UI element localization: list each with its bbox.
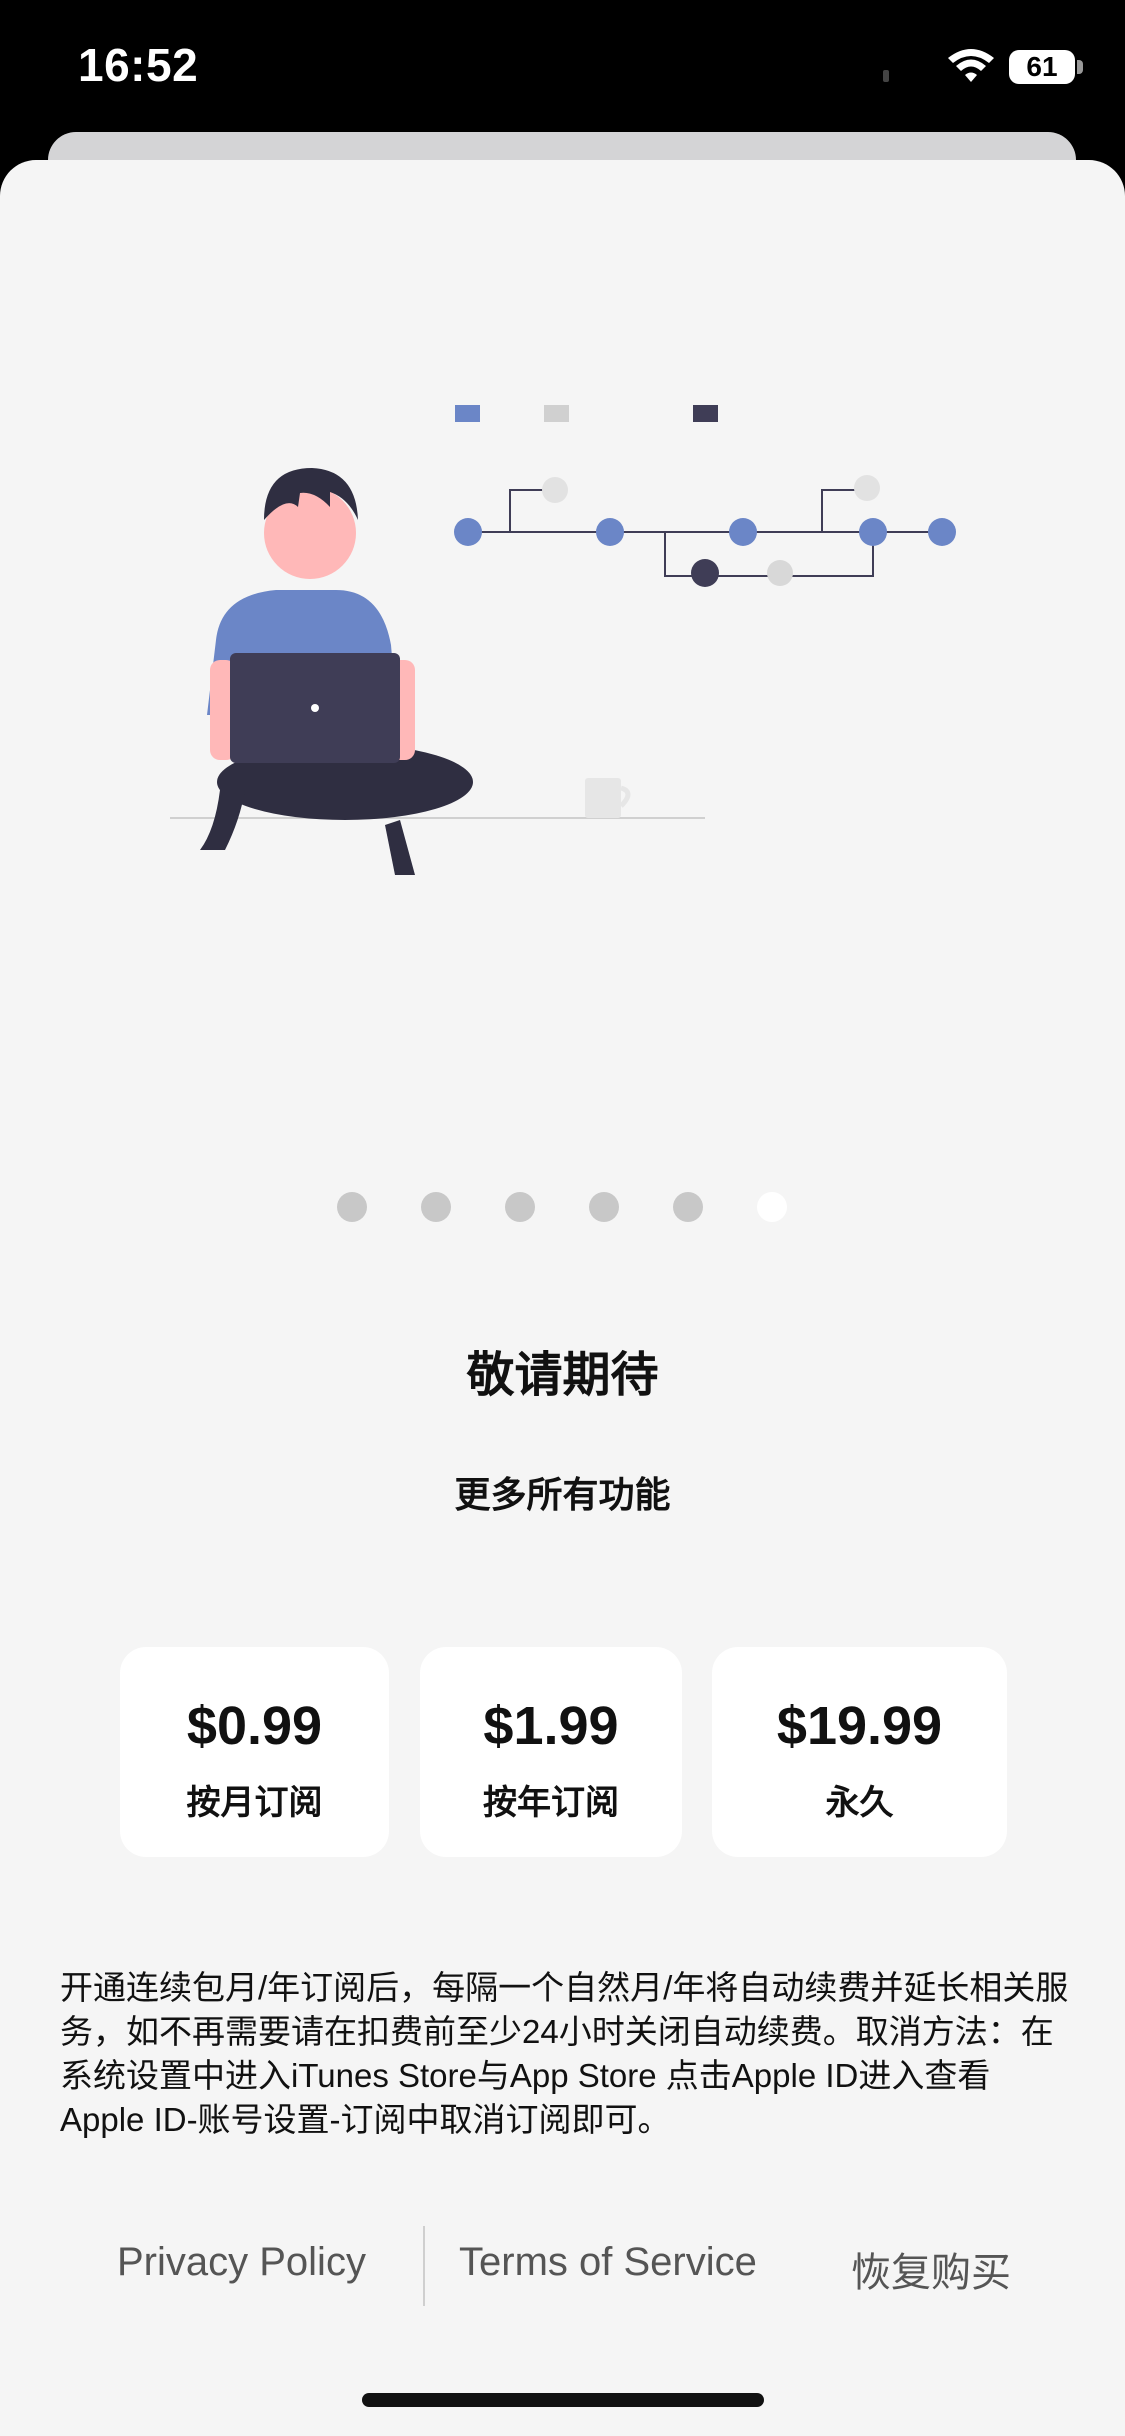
legend-square-dark bbox=[693, 405, 718, 422]
timeline-node bbox=[596, 518, 624, 546]
plan-label: 永久 bbox=[825, 1784, 894, 1822]
timeline-node bbox=[859, 518, 887, 546]
footer-links: Privacy Policy Terms of Service 恢复购买 bbox=[0, 2226, 1125, 2306]
battery-icon: 61 bbox=[1009, 50, 1075, 84]
page-subtitle: 更多所有功能 bbox=[454, 1474, 671, 1515]
timeline-node bbox=[854, 475, 880, 501]
timeline-node bbox=[928, 518, 956, 546]
plan-price: $0.99 bbox=[186, 1696, 323, 1756]
plan-card-lifetime[interactable]: $19.99 永久 bbox=[712, 1647, 1007, 1857]
restore-purchase-button[interactable]: 恢复购买 bbox=[851, 2240, 1011, 2298]
terms-of-service-link[interactable]: Terms of Service bbox=[459, 2240, 757, 2285]
plan-price: $19.99 bbox=[776, 1696, 943, 1756]
page-title: 敬请期待 bbox=[466, 1349, 659, 1402]
timeline-node bbox=[542, 477, 568, 503]
legend-square-blue bbox=[455, 405, 480, 422]
page-indicator bbox=[0, 1192, 1125, 1222]
timeline-node bbox=[767, 560, 793, 586]
page-dot[interactable] bbox=[505, 1192, 535, 1222]
page-dot[interactable] bbox=[589, 1192, 619, 1222]
page-dot[interactable] bbox=[337, 1192, 367, 1222]
subscription-notice: 开通连续包月/年订阅后，每隔一个自然月/年将自动续费并延长相关服务，如不再需要请… bbox=[60, 1969, 1069, 2138]
plan-label: 按月订阅 bbox=[186, 1784, 323, 1822]
privacy-policy-link[interactable]: Privacy Policy bbox=[117, 2240, 366, 2285]
timeline-node bbox=[691, 559, 719, 587]
plan-label: 按年订阅 bbox=[483, 1784, 619, 1822]
wifi-icon bbox=[948, 49, 994, 82]
person-with-laptop-illustration bbox=[170, 405, 956, 875]
plan-card-monthly[interactable]: $0.99 按月订阅 bbox=[120, 1647, 389, 1857]
person bbox=[200, 468, 473, 875]
page-dot-active[interactable] bbox=[757, 1192, 787, 1222]
page-dot[interactable] bbox=[673, 1192, 703, 1222]
legend-square-gray bbox=[544, 405, 569, 422]
mug bbox=[585, 778, 621, 818]
plan-price: $1.99 bbox=[483, 1696, 619, 1756]
signal-icon bbox=[883, 70, 889, 82]
status-bar: 16:52 61 bbox=[0, 0, 1125, 140]
status-time: 16:52 bbox=[78, 39, 199, 91]
timeline-node bbox=[729, 518, 757, 546]
home-indicator[interactable] bbox=[362, 2393, 764, 2407]
page-dot[interactable] bbox=[421, 1192, 451, 1222]
footer-divider bbox=[423, 2226, 425, 2306]
battery-nub bbox=[1077, 60, 1083, 74]
plan-card-yearly[interactable]: $1.99 按年订阅 bbox=[420, 1647, 682, 1857]
timeline-node bbox=[454, 518, 482, 546]
